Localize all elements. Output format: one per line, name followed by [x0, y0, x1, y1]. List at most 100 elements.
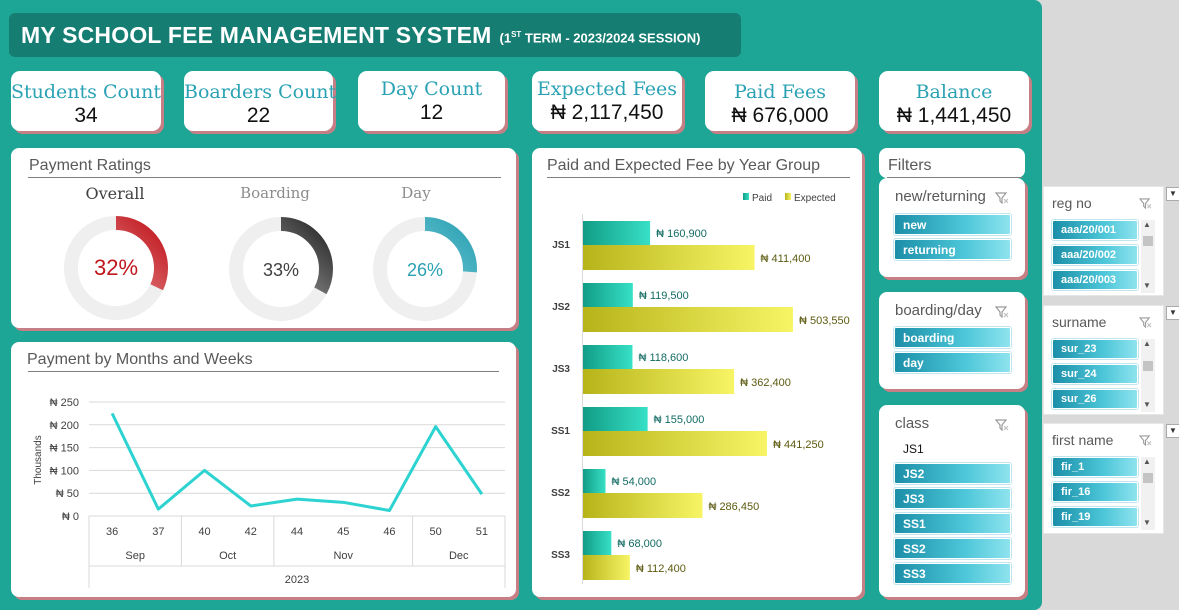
slicer-item-fir-16[interactable]: fir_16 [1052, 482, 1138, 502]
scroll-thumb[interactable] [1143, 236, 1153, 246]
kpi-label: Day Count [380, 78, 483, 100]
scroll-down-icon[interactable]: ▼ [1143, 281, 1151, 290]
x-tick-week: 50 [430, 526, 442, 538]
payment-ratings-panel: Payment Ratings Overall Boarding Day 32%… [11, 148, 516, 328]
scroll-down-icon[interactable]: ▼ [1143, 518, 1151, 527]
x-tick-week: 51 [476, 526, 488, 538]
bar-expected-label: ₦ 411,400 [761, 253, 811, 265]
payment-months-panel: Payment by Months and Weeks Thousands ₦ … [11, 342, 516, 597]
slicer-item-sur-23[interactable]: sur_23 [1052, 339, 1138, 359]
chevron-down-icon[interactable]: ▼ [1166, 187, 1179, 201]
slicer-item-ss2[interactable]: SS2 [894, 538, 1011, 559]
legend-paid-label: Paid [752, 193, 772, 204]
scroll-up-icon[interactable]: ▲ [1143, 220, 1151, 229]
page-title: MY SCHOOL FEE MANAGEMENT SYSTEM [21, 21, 492, 48]
bar-paid [583, 283, 633, 307]
scroll-down-icon[interactable]: ▼ [1143, 400, 1151, 409]
scrollbar[interactable]: ▲ ▼ [1141, 220, 1155, 293]
x-tick-month: Oct [219, 550, 236, 562]
bar-paid-label: ₦ 160,900 [656, 228, 707, 240]
scrollbar[interactable]: ▲ ▼ [1141, 339, 1155, 412]
y-tick-label: ₦ 50 [56, 488, 79, 500]
slicer-item-day[interactable]: day [894, 352, 1011, 373]
slicer-title: surname [1052, 314, 1107, 330]
slicer-item-reg-002[interactable]: aaa/20/002 [1052, 245, 1138, 265]
bar-chart-svg: Paid Expected ₦ 160,900 ₦ 411,400 JS1 ₦ 119… [551, 193, 850, 584]
slicer-item-fir-1[interactable]: fir_1 [1052, 457, 1138, 477]
x-tick-month: Nov [333, 550, 353, 562]
clear-filter-icon[interactable] [995, 192, 1009, 204]
bar-expected-label: ₦ 362,400 [740, 377, 791, 389]
slicer-item-boarding[interactable]: boarding [894, 327, 1011, 348]
bar-paid [583, 531, 612, 555]
slicer-item-fir-19[interactable]: fir_19 [1052, 507, 1138, 527]
bar-expected-label: ₦ 112,400 [636, 563, 686, 575]
kpi-value: 22 [246, 104, 271, 127]
slicer-item-reg-003[interactable]: aaa/20/003 [1052, 270, 1138, 290]
clear-filter-icon[interactable] [995, 419, 1009, 431]
slicer-item-sur-26[interactable]: sur_26 [1052, 389, 1138, 409]
bar-expected-label: ₦ 286,450 [708, 501, 759, 513]
x-tick-week: 40 [198, 526, 210, 538]
y-tick-label: ₦ 250 [50, 397, 79, 409]
y-tick-label: ₦ 100 [50, 465, 79, 477]
kpi-value: 12 [419, 101, 444, 124]
kpi-label: Students Count [11, 81, 162, 103]
slicer-item-reg-001[interactable]: aaa/20/001 [1052, 220, 1138, 240]
chevron-down-icon[interactable]: ▼ [1166, 306, 1179, 320]
scroll-up-icon[interactable]: ▲ [1143, 457, 1151, 466]
scroll-thumb[interactable] [1143, 361, 1153, 371]
scroll-up-icon[interactable]: ▲ [1143, 339, 1151, 348]
kpi-value: 34 [74, 104, 98, 127]
kpi-label: Balance [915, 81, 993, 103]
x-tick-year: 2023 [285, 574, 309, 586]
kpi-students-count: Students Count 34 [11, 71, 161, 131]
slicer-item-sur-24[interactable]: sur_24 [1052, 364, 1138, 384]
slicer-item-returning[interactable]: returning [894, 239, 1011, 260]
slicer-surname: surname ▼ sur_23 sur_24 sur_26 ▲ ▼ [1043, 305, 1179, 415]
slicer-reg-no: reg no ▼ aaa/20/001 aaa/20/002 aaa/20/00… [1043, 186, 1179, 296]
clear-filter-icon[interactable] [1139, 435, 1152, 446]
slicer-item-js2[interactable]: JS2 [894, 463, 1011, 484]
y-tick-label: ₦ 0 [62, 511, 79, 523]
clear-filter-icon[interactable] [1139, 317, 1152, 328]
slicer-title: new/returning [895, 188, 986, 205]
bar-paid-label: ₦ 54,000 [612, 476, 657, 488]
clear-filter-icon[interactable] [1139, 198, 1152, 209]
y-tick-label: ₦ 200 [50, 420, 79, 432]
kpi-value: ₦ 2,117,450 [550, 101, 664, 124]
year-group-panel: Paid and Expected Fee by Year Group Paid… [532, 148, 862, 597]
legend-expected-label: Expected [794, 193, 836, 204]
slicer-item-ss3[interactable]: SS3 [894, 563, 1011, 584]
slicer-item-js3[interactable]: JS3 [894, 488, 1011, 509]
bar-paid [583, 407, 648, 431]
kpi-expected-fees: Expected Fees ₦ 2,117,450 [532, 71, 682, 131]
x-tick-month: Sep [125, 550, 145, 562]
line-chart-svg: Thousands ₦ 250 ₦ 200 ₦ 150 ₦ 100 ₦ 50 ₦ 0 36 3… [33, 397, 506, 588]
category-label: SS1 [551, 426, 570, 437]
bar-paid [583, 221, 651, 245]
session-subtitle: (1ST TERM - 2023/2024 SESSION) [499, 30, 701, 46]
kpi-value: ₦ 1,441,450 [896, 104, 1012, 127]
bar-paid-label: ₦ 155,000 [654, 414, 705, 426]
category-label: SS2 [551, 488, 570, 499]
x-tick-week: 36 [106, 526, 118, 538]
slicer-boarding-day: boarding/day boarding day [879, 292, 1025, 389]
chevron-down-icon[interactable]: ▼ [1166, 424, 1179, 438]
kpi-label: Paid Fees [734, 81, 826, 103]
slicer-item-ss1[interactable]: SS1 [894, 513, 1011, 534]
category-label: JS2 [552, 302, 570, 313]
category-label: SS3 [551, 550, 570, 561]
bar-expected-label: ₦ 503,550 [799, 315, 850, 327]
slicer-item-js1[interactable]: JS1 [894, 438, 1011, 459]
slicer-item-new[interactable]: new [894, 214, 1011, 235]
scroll-thumb[interactable] [1143, 473, 1153, 483]
bar-expected [583, 369, 735, 394]
y-tick-label: ₦ 150 [50, 443, 79, 455]
x-tick-week: 37 [152, 526, 164, 538]
gauges-svg: 32% 33% 26% [64, 216, 477, 321]
slicer-title: boarding/day [895, 302, 982, 319]
clear-filter-icon[interactable] [995, 306, 1009, 318]
scrollbar[interactable]: ▲ ▼ [1141, 457, 1155, 530]
category-label: JS3 [552, 364, 570, 375]
